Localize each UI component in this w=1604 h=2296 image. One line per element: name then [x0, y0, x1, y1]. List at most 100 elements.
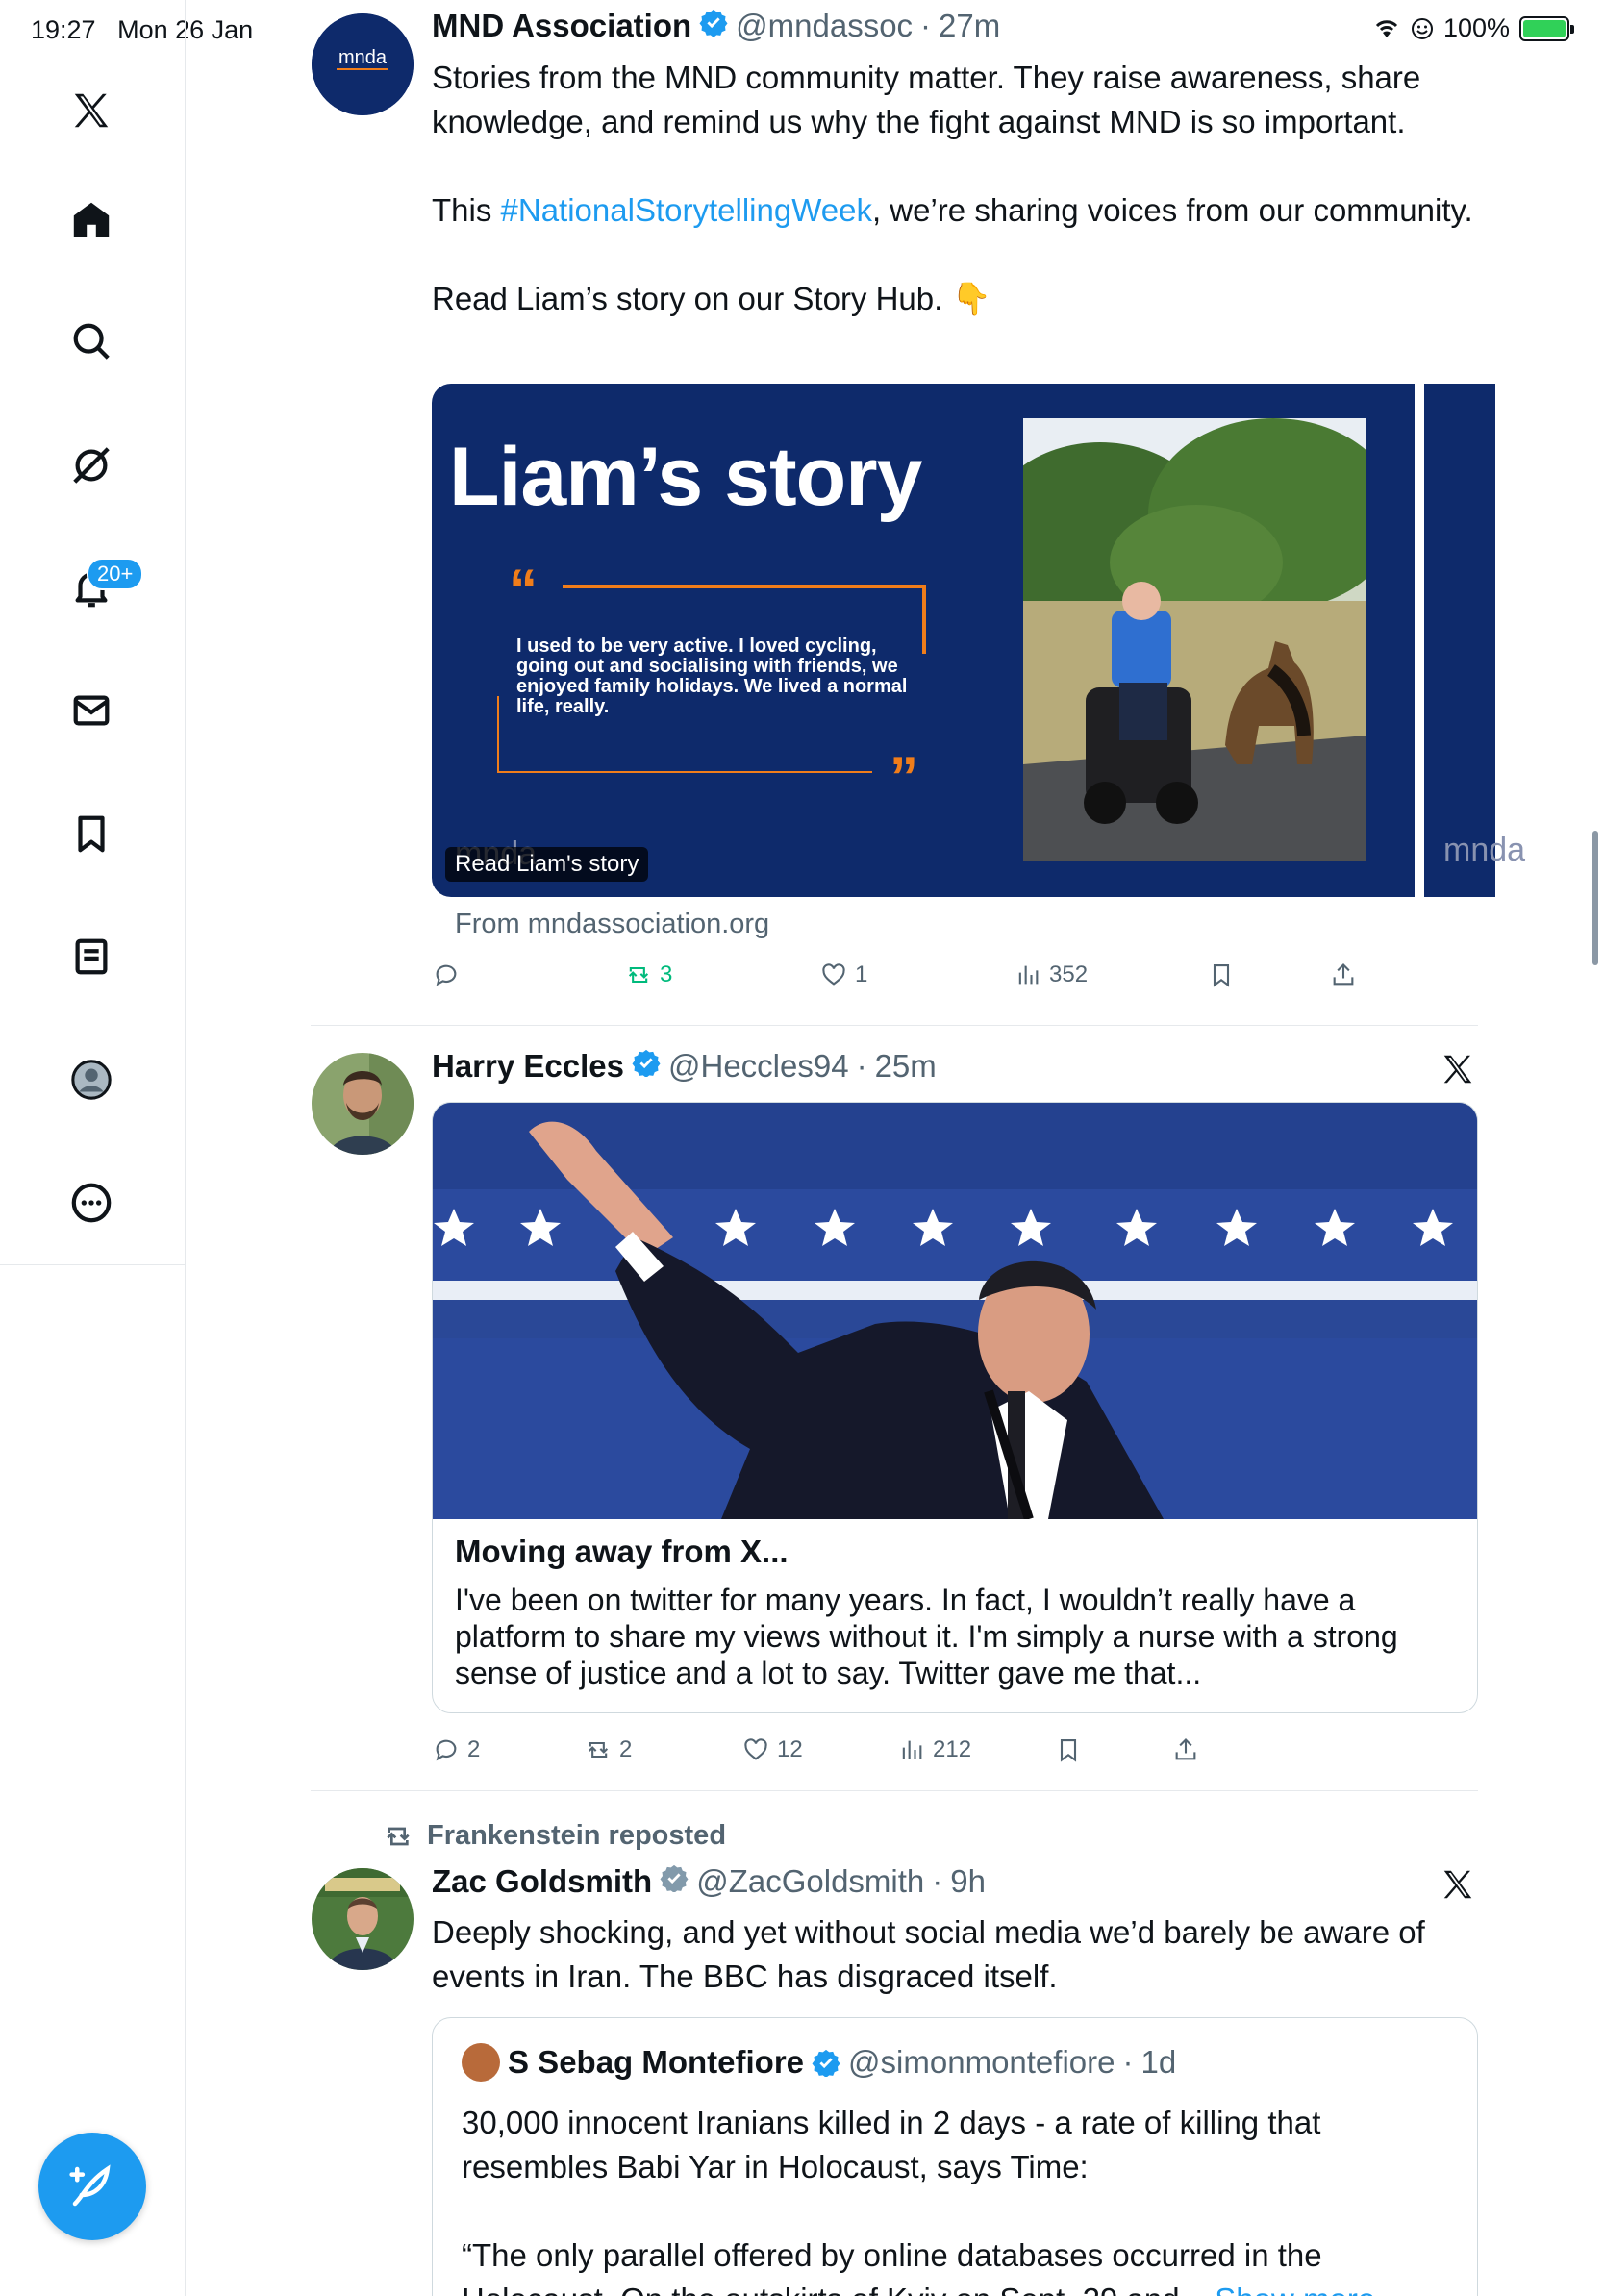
bookmark-icon — [1060, 1739, 1077, 1762]
author-name[interactable]: MND Association — [432, 8, 691, 44]
grok-icon[interactable] — [63, 437, 119, 493]
card-logo-mark: mnda — [1443, 832, 1526, 868]
lists-icon[interactable] — [63, 929, 119, 985]
author-name[interactable]: Harry Eccles — [432, 1048, 624, 1085]
share-icon — [1333, 963, 1354, 986]
like-count: 1 — [855, 961, 868, 987]
card-source[interactable]: From mndassociation.org — [455, 909, 769, 940]
bookmarks-icon[interactable] — [63, 806, 119, 861]
repost-indicator[interactable]: Frankenstein reposted — [383, 1820, 726, 1852]
repost-count: 2 — [619, 1736, 633, 1762]
card-caption[interactable]: Read Liam's story — [445, 847, 649, 882]
post-header: Harry Eccles @Heccles94 · 25m — [432, 1048, 937, 1085]
post-paragraph: Stories from the MND community matter. T… — [432, 60, 1421, 139]
quote-close-mark: ” — [890, 745, 918, 810]
compose-button[interactable] — [38, 2133, 146, 2240]
link-card[interactable]: Liam’s story “ ” I used to be very activ… — [432, 384, 1415, 897]
bookmark-button[interactable] — [1055, 1736, 1082, 1763]
x-source-icon — [1443, 1870, 1472, 1899]
quote-avatar[interactable] — [462, 2043, 500, 2082]
share-button[interactable] — [1172, 1736, 1199, 1763]
x-source-icon — [1443, 1055, 1472, 1084]
show-more-link[interactable]: Show more — [1215, 2282, 1375, 2296]
battery-percent: 100% — [1442, 13, 1510, 42]
zac-avatar-photo — [312, 1868, 414, 1970]
messages-icon[interactable] — [63, 683, 119, 738]
card-quote: I used to be very active. I loved cyclin… — [516, 636, 908, 717]
quoted-post[interactable]: S Sebag Montefiore @simonmontefiore · 1d… — [432, 2017, 1478, 2296]
article-card[interactable]: Moving away from X... I've been on twitt… — [432, 1102, 1478, 1713]
author-handle[interactable]: @ZacGoldsmith — [696, 1863, 924, 1900]
post-divider — [311, 1790, 1478, 1791]
search-icon[interactable] — [63, 313, 119, 369]
liam-photo — [1023, 418, 1366, 861]
verified-badge-icon — [699, 9, 728, 37]
post-header: MND Association @mndassoc · 27m — [432, 8, 1001, 44]
author-handle[interactable]: @Heccles94 — [668, 1048, 849, 1085]
share-button[interactable] — [1330, 961, 1357, 988]
avatar-logo-text: mnda — [338, 47, 388, 68]
quote-paragraph: 30,000 innocent Iranians killed in 2 day… — [462, 2105, 1321, 2184]
author-name[interactable]: Zac Goldsmith — [432, 1863, 652, 1900]
scrollbar[interactable] — [1592, 831, 1598, 965]
post-text: Stories from the MND community matter. T… — [432, 56, 1480, 321]
quote-author-handle[interactable]: @simonmontefiore — [848, 2044, 1115, 2081]
mnd-logo-avatar: mnda — [312, 13, 414, 115]
article-image — [433, 1103, 1477, 1519]
reply-icon — [436, 1739, 457, 1761]
views-button[interactable]: 352 — [1015, 961, 1088, 988]
avatar[interactable] — [312, 1053, 414, 1155]
repost-icon — [628, 966, 649, 984]
more-icon[interactable] — [63, 1175, 119, 1231]
quote-author-name[interactable]: S Sebag Montefiore — [508, 2044, 804, 2081]
compose-feather-icon — [69, 2164, 111, 2207]
quote-post-time[interactable]: 1d — [1141, 2044, 1177, 2081]
article-excerpt: I've been on twitter for many years. In … — [455, 1583, 1398, 1690]
reply-icon — [436, 964, 457, 986]
bookmark-icon — [1213, 964, 1230, 987]
hashtag-link[interactable]: #NationalStorytellingWeek — [501, 192, 872, 228]
profile-icon[interactable] — [63, 1052, 119, 1108]
post-time[interactable]: 27m — [939, 8, 1000, 44]
post-time[interactable]: 25m — [875, 1048, 937, 1085]
quote-open-mark: “ — [509, 558, 538, 622]
view-count: 352 — [1049, 961, 1089, 987]
notifications-badge: 20+ — [87, 558, 144, 590]
verified-badge-icon — [812, 2049, 840, 2077]
battery-icon — [1519, 15, 1574, 41]
views-chart-icon — [1018, 965, 1039, 985]
like-button[interactable]: 12 — [742, 1736, 803, 1763]
avatar[interactable]: mnda — [312, 13, 414, 115]
wifi-icon — [1375, 19, 1398, 37]
verified-badge-icon — [632, 1049, 661, 1077]
like-button[interactable]: 1 — [820, 961, 867, 988]
post-paragraph: This #NationalStorytellingWeek, we’re sh… — [432, 192, 1473, 228]
sidebar: 20+ — [0, 0, 186, 2296]
post-text: Deeply shocking, and yet without social … — [432, 1914, 1425, 1994]
post-divider — [311, 1025, 1478, 1026]
reply-button[interactable]: 2 — [433, 1736, 480, 1763]
home-icon[interactable] — [63, 192, 119, 248]
post-time[interactable]: 9h — [950, 1863, 986, 1900]
heart-icon — [822, 963, 845, 986]
repost-icon — [387, 1827, 410, 1845]
quote-header: S Sebag Montefiore @simonmontefiore · 1d — [462, 2043, 1176, 2082]
quote-paragraph: “The only parallel offered by online dat… — [462, 2234, 1452, 2296]
x-logo-icon[interactable] — [63, 83, 119, 138]
view-count: 212 — [933, 1736, 972, 1762]
article-title: Moving away from X... — [455, 1534, 789, 1569]
post-header: Zac Goldsmith @ZacGoldsmith · 9h — [432, 1863, 986, 1900]
bookmark-button[interactable] — [1208, 961, 1235, 988]
views-button[interactable]: 212 — [898, 1736, 971, 1763]
reply-button[interactable] — [433, 961, 467, 988]
carousel-next-card[interactable]: mnda — [1424, 384, 1525, 897]
card-title: Liam’s story — [449, 431, 922, 523]
repost-button[interactable]: 2 — [585, 1736, 632, 1763]
battery-level — [1523, 19, 1566, 37]
like-count: 12 — [777, 1736, 803, 1762]
avatar[interactable] — [312, 1868, 414, 1970]
author-handle[interactable]: @mndassoc — [736, 8, 913, 44]
repost-button[interactable]: 3 — [625, 961, 672, 988]
quote-text: 30,000 innocent Iranians killed in 2 day… — [462, 2101, 1452, 2296]
share-icon — [1175, 1738, 1196, 1760]
